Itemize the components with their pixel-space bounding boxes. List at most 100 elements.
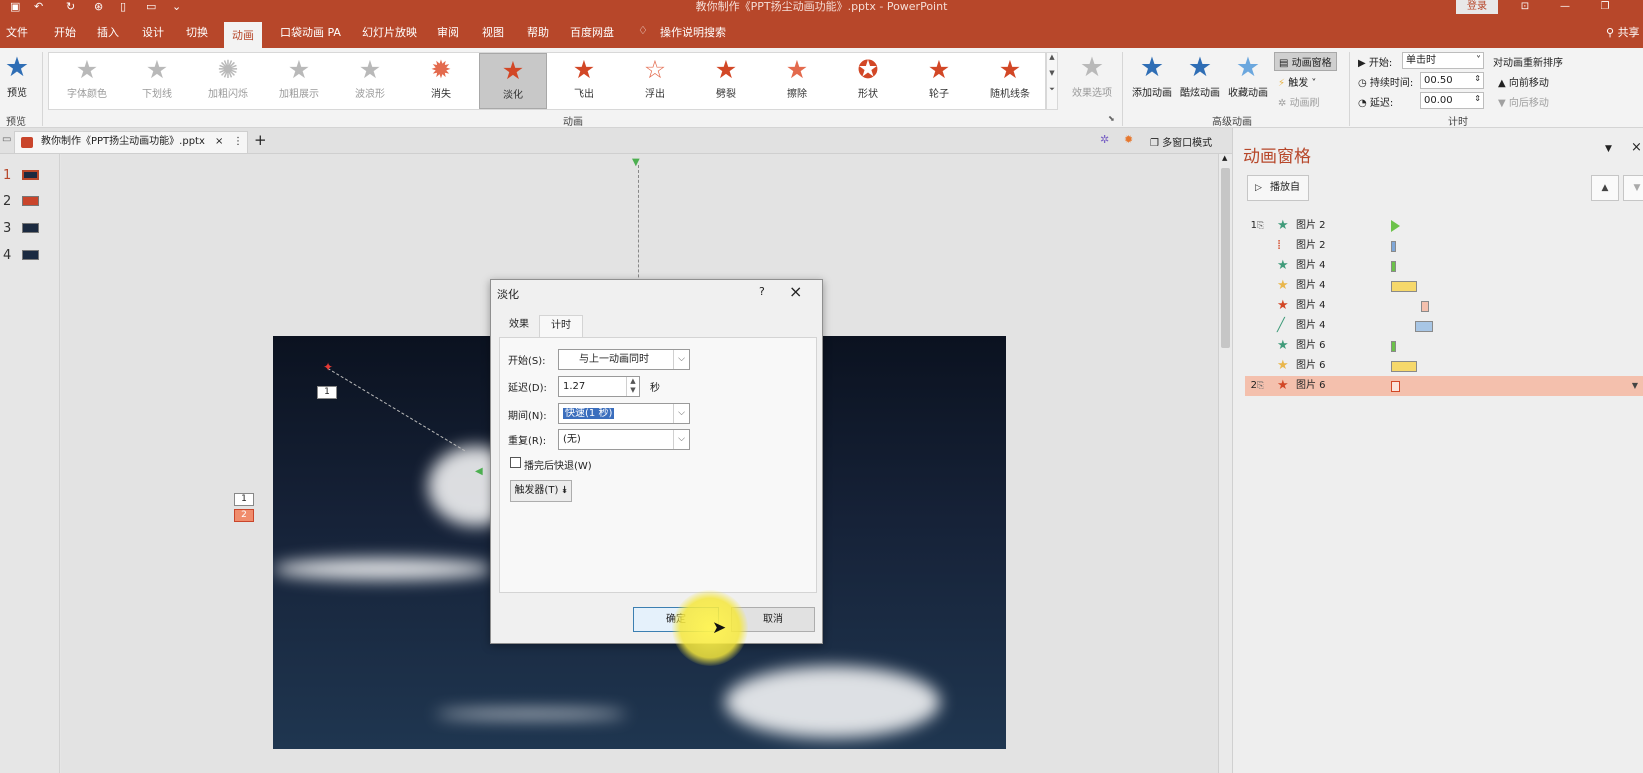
timeline-bar[interactable] [1391, 381, 1400, 392]
dust-cloud-image[interactable] [725, 666, 940, 738]
document-tab[interactable]: 教你制作《PPT扬尘动画功能》.pptx × ⋮ [14, 131, 248, 153]
tab-file[interactable]: 文件 [6, 24, 28, 40]
minimize-icon[interactable]: — [1545, 0, 1585, 14]
anim-random-bars[interactable]: ★ 随机线条 [976, 53, 1044, 109]
gallery-more-icon[interactable]: ⏷ [1047, 85, 1057, 94]
tab-home[interactable]: 开始 [54, 24, 76, 40]
tell-me-search[interactable]: 操作说明搜索 [660, 24, 726, 40]
delay-input[interactable]: 1.27 ▲ ▼ [558, 376, 640, 397]
move-up-button[interactable]: ▲ [1591, 175, 1619, 201]
tab-help[interactable]: 帮助 [527, 24, 549, 40]
anim-underline[interactable]: ★ 下划线 [123, 53, 191, 109]
row-dropdown-icon[interactable]: ▼ [1632, 376, 1638, 396]
more-icon[interactable]: ⋮ [233, 132, 243, 152]
animation-painter-button[interactable]: ✲ 动画刷 [1278, 94, 1320, 109]
animation-list-item[interactable]: ★ 图片 4 [1245, 276, 1643, 296]
dust-line-image[interactable] [435, 710, 627, 718]
tab-slideshow[interactable]: 幻灯片放映 [362, 24, 417, 40]
help-button[interactable]: ? [759, 285, 765, 298]
slide-thumbnail[interactable] [22, 250, 39, 260]
tab-timing[interactable]: 计时 [539, 315, 583, 337]
tab-insert[interactable]: 插入 [97, 24, 119, 40]
share-button[interactable]: ⚲ 共享 [1606, 24, 1640, 40]
slide-thumbnail[interactable] [22, 196, 39, 206]
pane-options-icon[interactable]: ▼ [1605, 144, 1612, 154]
rewind-label[interactable]: 播完后快退(W) [524, 457, 592, 472]
slide-thumbnail[interactable] [22, 170, 39, 180]
gallery-scroll[interactable]: ▲ ▼ ⏷ [1046, 52, 1058, 110]
anim-fly-in[interactable]: ★ 飞出 [550, 53, 618, 109]
animation-list-item[interactable]: 1 ⎘ ★ 图片 2 [1245, 216, 1643, 236]
close-icon[interactable]: × [789, 282, 802, 301]
new-tab-button[interactable]: + [254, 131, 267, 149]
timeline-bar[interactable] [1391, 241, 1396, 252]
timeline-bar[interactable] [1391, 281, 1417, 292]
scrollbar-thumb[interactable] [1221, 168, 1230, 348]
login-button[interactable]: 登录 [1456, 0, 1498, 14]
play-from-button[interactable]: ▷ 播放自 [1247, 175, 1309, 201]
timeline-bar[interactable] [1421, 301, 1429, 312]
timeline-bar[interactable] [1391, 261, 1396, 272]
cool-animation-button[interactable]: ★ 酷炫动画 [1176, 52, 1224, 99]
ribbon-display-icon[interactable]: ⊡ [1505, 0, 1545, 14]
move-later-button[interactable]: ▼ 向后移动 [1498, 94, 1549, 109]
animation-list-item[interactable]: ★ 图片 6 [1245, 336, 1643, 356]
anim-wipe[interactable]: ★ 擦除 [763, 53, 831, 109]
delay-spinner[interactable]: 00.00 ⇕ [1420, 92, 1484, 109]
animation-pane-button[interactable]: ▤ 动画窗格 [1274, 52, 1337, 71]
tab-transitions[interactable]: 切换 [186, 24, 208, 40]
vertical-scrollbar[interactable]: ▲ [1218, 154, 1232, 773]
multi-window-button[interactable]: ❐ 多窗口模式 [1150, 134, 1212, 149]
animation-tag[interactable]: 1 [234, 493, 254, 506]
anim-float-in[interactable]: ☆ 浮出 [621, 53, 689, 109]
tab-view[interactable]: 视图 [482, 24, 504, 40]
start-select[interactable]: 单击时 ˅ [1402, 52, 1484, 69]
animation-list-item[interactable]: ★ 图片 6 [1245, 356, 1643, 376]
maximize-icon[interactable]: ❐ [1585, 0, 1625, 14]
tab-pocket-animation[interactable]: 口袋动画 PA [280, 24, 341, 40]
animation-list-item[interactable]: 2 ⎘ ★ 图片 6 ▼ [1245, 376, 1643, 396]
close-icon[interactable]: × [1631, 140, 1642, 155]
animation-list-item[interactable]: ╱ 图片 4 [1245, 316, 1643, 336]
chevron-up-icon[interactable]: ▲ [1047, 53, 1057, 61]
spinner-icon[interactable]: ⇕ [1474, 71, 1481, 86]
spinner-icon[interactable]: ▲ ▼ [626, 377, 639, 396]
duration-spinner[interactable]: 00.50 ⇕ [1420, 72, 1484, 89]
tab-design[interactable]: 设计 [142, 24, 164, 40]
chevron-down-icon[interactable]: ⌵ [673, 350, 689, 369]
slide-thumbnail[interactable] [22, 223, 39, 233]
chevron-down-icon[interactable]: ⌵ [673, 404, 689, 423]
magic-icon[interactable]: ✲ [1100, 133, 1109, 146]
timeline-bar[interactable] [1415, 321, 1433, 332]
rewind-checkbox[interactable] [510, 457, 521, 468]
anim-split[interactable]: ★ 劈裂 [692, 53, 760, 109]
anim-bold-flash[interactable]: ✺ 加粗闪烁 [194, 53, 262, 109]
tab-baidu-netdisk[interactable]: 百度网盘 [570, 24, 614, 40]
preview-button[interactable]: ★ 预览 [2, 52, 32, 99]
timeline-bar[interactable] [1391, 220, 1400, 232]
scroll-up-icon[interactable]: ▲ [1222, 154, 1227, 162]
period-select[interactable]: 快速(1 秒) ⌵ [558, 403, 690, 424]
animation-list-item[interactable]: ★ 图片 4 [1245, 256, 1643, 276]
chevron-down-icon[interactable]: ▼ [1047, 69, 1057, 77]
tab-review[interactable]: 审阅 [437, 24, 459, 40]
dialog-launcher-icon[interactable]: ⬊ [1108, 114, 1115, 123]
timeline-bar[interactable] [1391, 361, 1417, 372]
chevron-down-icon[interactable]: ⌵ [673, 430, 689, 449]
dust-streak-image[interactable] [273, 558, 493, 580]
repeat-select[interactable]: (无) ⌵ [558, 429, 690, 450]
close-icon[interactable]: × [215, 132, 223, 152]
gear-icon[interactable]: ✹ [1124, 133, 1133, 146]
tab-animation[interactable]: 动画 [224, 22, 262, 48]
spinner-icon[interactable]: ⇕ [1474, 91, 1481, 106]
anim-disappear[interactable]: ✹ 消失 [407, 53, 475, 109]
trigger-button[interactable]: 触发器(T) ⯯ [510, 480, 572, 502]
anim-bold-reveal[interactable]: ★ 加粗展示 [265, 53, 333, 109]
start-select[interactable]: 与上一动画同时 ⌵ [558, 349, 690, 370]
timeline-bar[interactable] [1391, 341, 1396, 352]
animation-list-item[interactable]: ★ 图片 4 [1245, 296, 1643, 316]
animation-tag[interactable]: 1 [317, 386, 337, 399]
animation-tag[interactable]: 2 [234, 509, 254, 522]
effect-options-button[interactable]: ★ 效果选项 [1066, 52, 1118, 99]
animation-list-item[interactable]: ⁞ 图片 2 [1245, 236, 1643, 256]
